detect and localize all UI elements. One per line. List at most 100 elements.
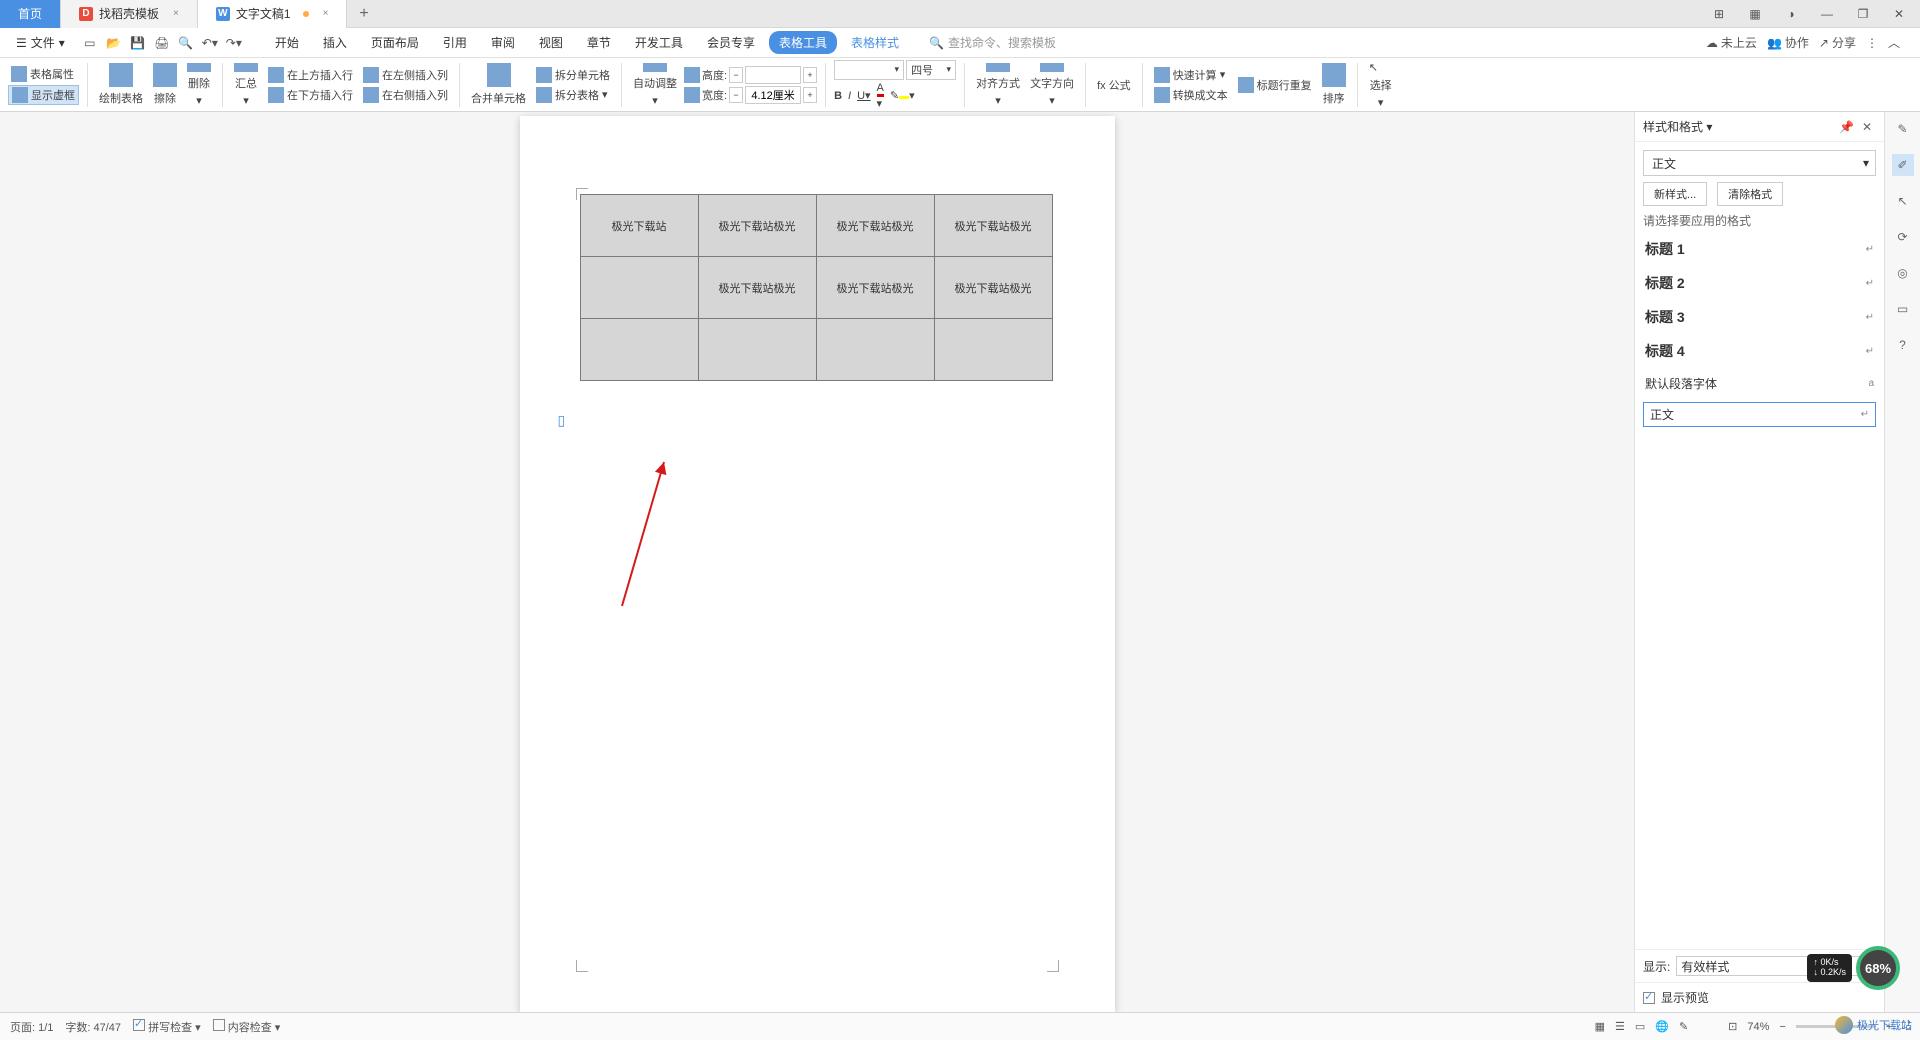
rb-sync-icon[interactable]: ⟳	[1892, 226, 1914, 248]
layout-icon[interactable]: ⊞	[1706, 7, 1732, 21]
tab-templates[interactable]: D 找稻壳模板 ×	[61, 0, 198, 28]
text-direction-button[interactable]: 文字方向▾	[1027, 62, 1077, 108]
rb-pencil-icon[interactable]: ✎	[1892, 118, 1914, 140]
rb-style-icon[interactable]: ✐	[1892, 154, 1914, 176]
draw-table-button[interactable]: 绘制表格	[96, 62, 146, 108]
style-heading-1[interactable]: 标题 1↵	[1643, 235, 1876, 263]
spell-check[interactable]: 拼写检查 ▾	[133, 1019, 201, 1035]
highlight-button[interactable]: ✎▾	[890, 89, 915, 102]
table-cell[interactable]: 极光下载站	[580, 195, 698, 257]
word-count[interactable]: 字数: 47/47	[65, 1019, 121, 1035]
view-reading-icon[interactable]: ▭	[1635, 1020, 1645, 1033]
summary-button[interactable]: 汇总▾	[231, 62, 261, 108]
select-button[interactable]: ↖选择▾	[1366, 62, 1396, 108]
tab-table-tools[interactable]: 表格工具	[769, 31, 837, 54]
document-page[interactable]: ▯ 极光下载站 极光下载站极光 极光下载站极光 极光下载站极光 极光下载站极光 …	[520, 116, 1115, 1012]
style-heading-4[interactable]: 标题 4↵	[1643, 337, 1876, 365]
table-cell[interactable]	[934, 319, 1052, 381]
bold-button[interactable]: B	[834, 90, 842, 102]
page-area[interactable]: ▯ 极光下载站 极光下载站极光 极光下载站极光 极光下载站极光 极光下载站极光 …	[0, 112, 1634, 1012]
align-button[interactable]: 对齐方式▾	[973, 62, 1023, 108]
tab-home[interactable]: 首页	[0, 0, 61, 28]
current-style-select[interactable]: 正文	[1643, 150, 1876, 176]
fit-icon[interactable]: ⊡	[1728, 1020, 1737, 1033]
style-default-font[interactable]: 默认段落字体a	[1643, 371, 1876, 396]
table-cell[interactable]: 极光下载站极光	[816, 257, 934, 319]
tab-document[interactable]: W 文字文稿1 ×	[198, 0, 348, 28]
underline-button[interactable]: U▾	[857, 89, 870, 102]
tab-table-style[interactable]: 表格样式	[841, 30, 909, 55]
undo-icon[interactable]: ↶▾	[201, 34, 219, 52]
sort-button[interactable]: 排序	[1319, 62, 1349, 108]
tab-start[interactable]: 开始	[265, 30, 309, 55]
collab-button[interactable]: 👥 协作	[1767, 34, 1809, 51]
delete-button[interactable]: 删除▾	[184, 62, 214, 108]
style-heading-3[interactable]: 标题 3↵	[1643, 303, 1876, 331]
collapse-ribbon-icon[interactable]: ︿	[1888, 34, 1900, 51]
view-draft-icon[interactable]: ✎	[1679, 1020, 1688, 1033]
close-icon[interactable]: ×	[323, 8, 329, 19]
preview-icon[interactable]: 🔍	[177, 34, 195, 52]
tab-dev[interactable]: 开发工具	[625, 30, 693, 55]
open-icon[interactable]: 📂	[105, 34, 123, 52]
show-preview-checkbox[interactable]	[1643, 992, 1655, 1004]
redo-icon[interactable]: ↷▾	[225, 34, 243, 52]
page-indicator[interactable]: 页面: 1/1	[10, 1019, 53, 1035]
split-cell-button[interactable]: 拆分单元格	[533, 66, 613, 84]
auto-adjust-button[interactable]: 自动调整▾	[630, 62, 680, 108]
table-cell[interactable]: 极光下载站极光	[816, 195, 934, 257]
add-tab-button[interactable]: +	[347, 5, 380, 23]
table-cell[interactable]	[580, 319, 698, 381]
tab-page-layout[interactable]: 页面布局	[361, 30, 429, 55]
clear-format-button[interactable]: 清除格式	[1717, 182, 1783, 206]
print-icon[interactable]: 🖨	[153, 34, 171, 52]
style-body-text[interactable]: 正文↵	[1643, 402, 1876, 427]
tab-section[interactable]: 章节	[577, 30, 621, 55]
share-button[interactable]: ↗ 分享	[1819, 34, 1856, 51]
font-size-select[interactable]: 四号	[906, 60, 956, 80]
minimize-button[interactable]: —	[1814, 7, 1840, 21]
insert-row-above-button[interactable]: 在上方插入行	[265, 66, 356, 84]
insert-row-below-button[interactable]: 在下方插入行	[265, 86, 356, 104]
fast-calc-button[interactable]: 快速计算▾	[1151, 66, 1229, 84]
user-icon[interactable]: ◑	[1778, 7, 1804, 21]
tab-member[interactable]: 会员专享	[697, 30, 765, 55]
view-web-icon[interactable]: 🌐	[1655, 1020, 1669, 1033]
tab-review[interactable]: 审阅	[481, 30, 525, 55]
new-style-button[interactable]: 新样式...	[1643, 182, 1707, 206]
width-input[interactable]	[745, 86, 801, 104]
tab-insert[interactable]: 插入	[313, 30, 357, 55]
view-outline-icon[interactable]: ☰	[1615, 1020, 1625, 1033]
width-plus[interactable]: +	[803, 87, 817, 103]
table-cell[interactable]	[698, 319, 816, 381]
rb-help-icon[interactable]: ?	[1892, 334, 1914, 356]
table-cell[interactable]: 极光下载站极光	[698, 195, 816, 257]
to-text-button[interactable]: 转换成文本	[1151, 86, 1231, 104]
table-properties-button[interactable]: 表格属性	[8, 65, 77, 83]
zoom-out-button[interactable]: −	[1779, 1021, 1785, 1033]
file-menu[interactable]: ☰ 文件 ▾	[10, 31, 71, 54]
style-heading-2[interactable]: 标题 2↵	[1643, 269, 1876, 297]
height-plus[interactable]: +	[803, 67, 817, 83]
title-repeat-button[interactable]: 标题行重复	[1235, 76, 1315, 94]
table-row[interactable]: 极光下载站极光 极光下载站极光 极光下载站极光	[580, 257, 1052, 319]
document-table[interactable]: 极光下载站 极光下载站极光 极光下载站极光 极光下载站极光 极光下载站极光 极光…	[580, 194, 1053, 381]
split-table-button[interactable]: 拆分表格▾	[533, 86, 611, 104]
table-row[interactable]	[580, 319, 1052, 381]
close-icon[interactable]: ×	[173, 8, 179, 19]
zoom-value[interactable]: 74%	[1747, 1021, 1769, 1033]
insert-col-right-button[interactable]: 在右侧插入列	[360, 86, 451, 104]
show-frame-button[interactable]: 显示虚框	[8, 85, 79, 105]
maximize-button[interactable]: ❐	[1850, 7, 1876, 21]
new-doc-icon[interactable]: ▭	[81, 34, 99, 52]
save-icon[interactable]: 💾	[129, 34, 147, 52]
content-check[interactable]: 内容检查 ▾	[213, 1019, 281, 1035]
rb-layout-icon[interactable]: ▭	[1892, 298, 1914, 320]
close-button[interactable]: ✕	[1886, 7, 1912, 21]
table-cell[interactable]	[580, 257, 698, 319]
font-color-button[interactable]: A▾	[877, 82, 884, 110]
font-name-select[interactable]	[834, 60, 904, 80]
height-input[interactable]	[745, 66, 801, 84]
rb-target-icon[interactable]: ◎	[1892, 262, 1914, 284]
tab-reference[interactable]: 引用	[433, 30, 477, 55]
